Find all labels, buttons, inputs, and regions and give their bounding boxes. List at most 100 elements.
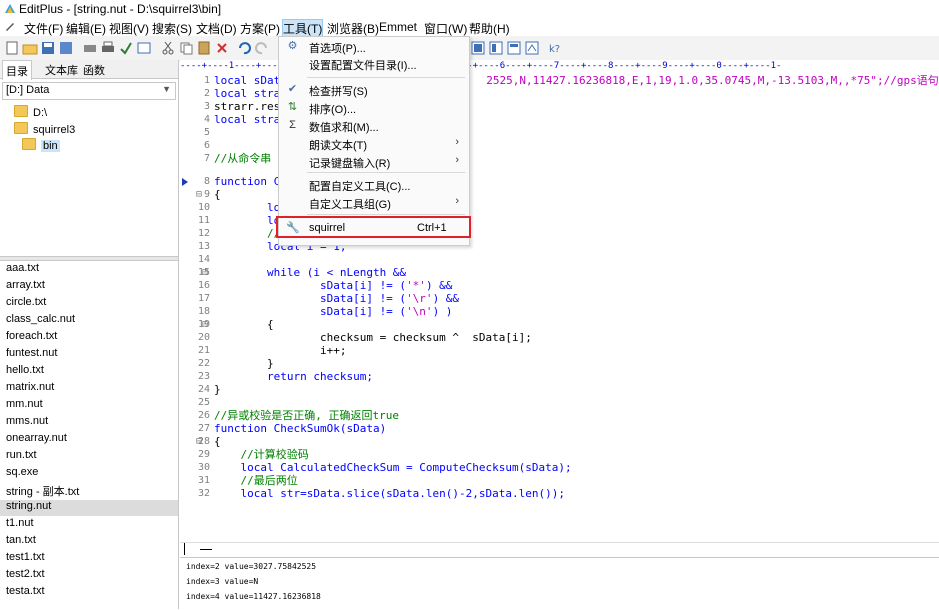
submenu-arrow-icon: › (455, 154, 459, 166)
menu-item-spellcheck[interactable]: ✔ 检查拼写(S) (279, 80, 469, 98)
toolbar-view-icon-3[interactable] (506, 40, 522, 56)
fold-icon[interactable]: ⊟ (202, 318, 208, 331)
print-preview-icon[interactable] (82, 40, 98, 56)
toolbar-view-icon-4[interactable] (524, 40, 540, 56)
menu-item-config-tools[interactable]: 配置自定义工具(C)... (279, 175, 469, 193)
folder-icon (14, 122, 28, 134)
menu-help[interactable]: 帮助(H) (469, 20, 510, 37)
menu-item-sort[interactable]: ⇅ 排序(O)... (279, 98, 469, 116)
save-all-icon[interactable] (58, 40, 74, 56)
code-line: } (214, 383, 221, 396)
tab-functions[interactable]: 函数 (80, 62, 108, 78)
file-item[interactable]: mms.nut (6, 415, 174, 431)
menu-item-config-dir[interactable]: 设置配置文件目录(I)... (279, 54, 469, 72)
scroll-thumb[interactable] (200, 549, 212, 550)
file-item[interactable]: sq.exe (6, 466, 174, 482)
open-file-icon[interactable] (22, 40, 38, 56)
menu-item-read-text[interactable]: 朗读文本(T) › (279, 134, 469, 152)
output-line: index=2 value=3027.75842525 (186, 562, 317, 571)
folder-squirrel3[interactable]: squirrel3 (14, 122, 75, 138)
menu-window[interactable]: 窗口(W) (424, 20, 467, 37)
code-line: local CalculatedCheckSum = ComputeChecks… (214, 461, 572, 474)
line-number: 12 (197, 228, 210, 239)
submenu-arrow-icon: › (455, 136, 459, 148)
drive-select-value: [D:] Data (6, 84, 50, 96)
directory-panel: 目录 文本库 函数 [D:] Data ▼ D:\ squirrel3 bin … (0, 60, 179, 609)
file-item[interactable]: string - 副本.txt (6, 483, 174, 499)
new-file-icon[interactable] (4, 40, 20, 56)
menu-project[interactable]: 方案(P) (240, 20, 280, 37)
fold-icon[interactable]: ⊟ (196, 435, 202, 448)
fold-icon[interactable]: ⊟ (196, 188, 202, 201)
code-line: //异或校验是否正确, 正确返回true (214, 409, 399, 422)
line-number: 8 (203, 176, 210, 187)
file-item[interactable]: aaa.txt (6, 262, 174, 278)
paste-icon[interactable] (196, 40, 212, 56)
output-window: index=2 value=3027.75842525 index=3 valu… (180, 557, 939, 610)
folder-open-icon (22, 138, 36, 150)
file-item[interactable]: t1.nut (6, 517, 174, 533)
code-line: { (214, 188, 221, 201)
toolbar-view-icon-2[interactable] (488, 40, 504, 56)
folder-bin[interactable]: bin (22, 138, 60, 154)
menu-item-sum[interactable]: Σ 数值求和(M)... (279, 116, 469, 134)
menu-emmet[interactable]: Emmet (379, 20, 417, 34)
save-icon[interactable] (40, 40, 56, 56)
menu-item-tool-groups[interactable]: 自定义工具组(G) › (279, 193, 469, 211)
file-item[interactable]: matrix.nut (6, 381, 174, 397)
file-item[interactable]: test1.txt (6, 551, 174, 567)
code-line: lo (214, 201, 281, 214)
line-number: 11 (197, 215, 210, 226)
code-line: { (214, 318, 274, 331)
menu-document[interactable]: 文档(D) (196, 20, 237, 37)
redo-icon[interactable] (254, 40, 270, 56)
cut-icon[interactable] (160, 40, 176, 56)
file-item[interactable]: onearray.nut (6, 432, 174, 448)
file-item[interactable]: foreach.txt (6, 330, 174, 346)
menu-edit[interactable]: 编辑(E) (66, 20, 106, 37)
output-line: index=3 value=N (186, 577, 259, 586)
code-line: i++; (214, 344, 347, 357)
file-item[interactable]: testa.txt (6, 585, 174, 601)
code-line: sData[i] != ('\r') && (214, 292, 460, 305)
file-item[interactable]: funtest.nut (6, 347, 174, 363)
menu-search[interactable]: 搜索(S) (152, 20, 192, 37)
menu-file[interactable]: 文件(F) (24, 20, 63, 37)
toolbar-view-icon-1[interactable] (470, 40, 486, 56)
fold-icon[interactable]: ⊟ (202, 266, 208, 279)
help-icon[interactable]: k? (546, 40, 562, 56)
window-title: EditPlus - [string.nut - D:\squirrel3\bi… (19, 2, 222, 16)
spellcheck-toolbar-icon[interactable] (118, 40, 134, 56)
submenu-arrow-icon: › (455, 195, 459, 207)
tools-menu: ⚙ 首选项(P)... 设置配置文件目录(I)... ✔ 检查拼写(S) ⇅ 排… (278, 36, 470, 246)
copy-icon[interactable] (178, 40, 194, 56)
line-number: 29 (197, 449, 210, 460)
file-item[interactable]: array.txt (6, 279, 174, 295)
undo-icon[interactable] (236, 40, 252, 56)
menu-item-preferences[interactable]: ⚙ 首选项(P)... (279, 37, 469, 55)
panel-splitter[interactable] (0, 256, 178, 261)
file-item-selected[interactable]: string.nut (0, 500, 178, 516)
file-item[interactable]: class_calc.nut (6, 313, 174, 329)
menu-tools[interactable]: 工具(T) (281, 19, 324, 38)
folder-root[interactable]: D:\ (14, 105, 47, 121)
menu-separator (307, 172, 465, 173)
file-item[interactable]: tan.txt (6, 534, 174, 550)
tab-directory[interactable]: 目录 (2, 60, 32, 80)
file-item[interactable]: mm.nut (6, 398, 174, 414)
print-icon[interactable] (100, 40, 116, 56)
drive-select[interactable]: [D:] Data ▼ (2, 82, 176, 100)
menu-view[interactable]: 视图(V) (109, 20, 149, 37)
menu-browser[interactable]: 浏览器(B) (327, 20, 379, 37)
delete-icon[interactable] (214, 40, 230, 56)
code-line: strarr.res (214, 100, 281, 113)
output-line: index=4 value=11427.16236818 (186, 592, 321, 601)
file-item[interactable]: circle.txt (6, 296, 174, 312)
file-item[interactable]: hello.txt (6, 364, 174, 380)
file-item[interactable]: test2.txt (6, 568, 174, 584)
browser-icon[interactable] (136, 40, 152, 56)
file-item[interactable]: run.txt (6, 449, 174, 465)
menu-item-record-keys[interactable]: 记录键盘输入(R) › (279, 152, 469, 170)
line-number: 31 (197, 475, 210, 486)
tab-cliptext[interactable]: 文本库 (42, 62, 81, 78)
